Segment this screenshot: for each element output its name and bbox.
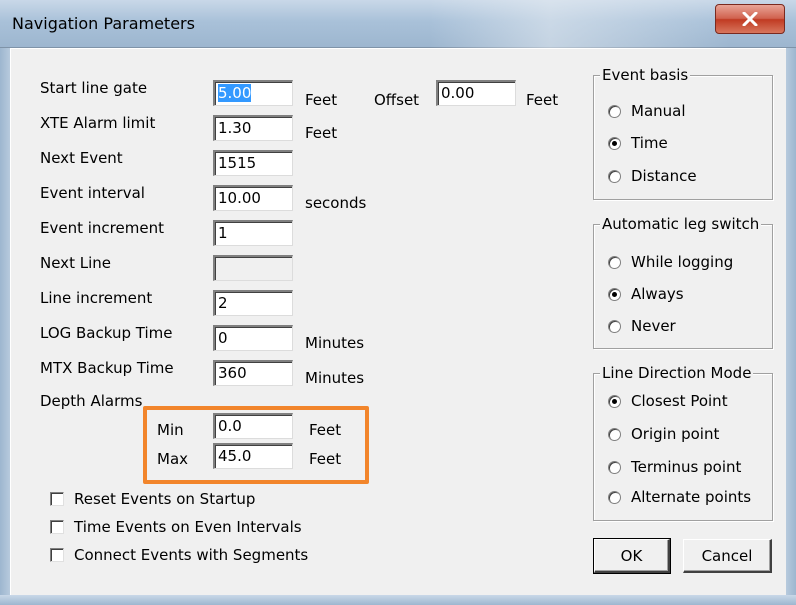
event-interval-input[interactable]: 10.00 bbox=[213, 185, 293, 211]
depth-alarms-highlight bbox=[143, 406, 369, 484]
next-event-label: Next Event bbox=[40, 149, 123, 167]
window-frame-left bbox=[0, 48, 10, 595]
radio-circle-icon bbox=[608, 460, 621, 474]
offset-label: Offset bbox=[374, 91, 420, 109]
log-backup-time-input[interactable]: 0 bbox=[213, 325, 293, 351]
line-direction-origin-point-radio[interactable]: Origin point bbox=[608, 425, 719, 443]
start-line-gate-value: 5.00 bbox=[218, 84, 252, 102]
line-direction-alternate-points-radio[interactable]: Alternate points bbox=[608, 488, 751, 506]
offset-unit: Feet bbox=[526, 91, 559, 109]
leg-switch-while-logging-label: While logging bbox=[631, 253, 734, 271]
automatic-leg-switch-group: Automatic leg switch While logging Alway… bbox=[593, 215, 773, 349]
event-basis-title: Event basis bbox=[600, 66, 691, 84]
line-direction-alternate-points-label: Alternate points bbox=[631, 488, 752, 506]
close-button[interactable] bbox=[715, 4, 785, 34]
leg-switch-never-label: Never bbox=[631, 317, 676, 335]
next-line-label: Next Line bbox=[40, 254, 111, 272]
mtx-backup-time-input[interactable]: 360 bbox=[213, 360, 293, 386]
event-increment-label: Event increment bbox=[40, 219, 164, 237]
line-direction-mode-title: Line Direction Mode bbox=[600, 364, 754, 382]
time-events-checkbox-box[interactable] bbox=[50, 520, 64, 534]
line-direction-closest-point-label: Closest Point bbox=[631, 392, 728, 410]
line-increment-input[interactable]: 2 bbox=[213, 290, 293, 316]
xte-alarm-limit-label: XTE Alarm limit bbox=[40, 114, 156, 132]
ok-button[interactable]: OK bbox=[593, 538, 671, 574]
line-increment-label: Line increment bbox=[40, 289, 153, 307]
radio-selected-icon bbox=[608, 394, 621, 408]
event-basis-time-label: Time bbox=[631, 134, 668, 152]
title-bar[interactable]: Navigation Parameters bbox=[0, 0, 796, 48]
reset-events-checkbox[interactable]: Reset Events on Startup bbox=[50, 490, 255, 508]
event-basis-group: Event basis Manual Time Distance bbox=[593, 66, 773, 200]
close-icon bbox=[742, 12, 758, 26]
radio-circle-icon bbox=[608, 255, 621, 269]
line-direction-terminus-point-radio[interactable]: Terminus point bbox=[608, 458, 741, 476]
event-basis-distance-label: Distance bbox=[631, 167, 697, 185]
connect-events-checkbox-label: Connect Events with Segments bbox=[74, 546, 309, 564]
line-direction-terminus-point-label: Terminus point bbox=[631, 458, 742, 476]
event-basis-time-radio[interactable]: Time bbox=[608, 134, 668, 152]
event-interval-label: Event interval bbox=[40, 184, 145, 202]
line-direction-mode-group: Line Direction Mode Closest Point Origin… bbox=[593, 364, 773, 521]
leg-switch-always-radio[interactable]: Always bbox=[608, 285, 684, 303]
reset-events-checkbox-box[interactable] bbox=[50, 492, 64, 506]
log-backup-time-label: LOG Backup Time bbox=[40, 324, 173, 342]
event-increment-input[interactable]: 1 bbox=[213, 220, 293, 246]
xte-alarm-limit-input[interactable]: 1.30 bbox=[213, 115, 293, 141]
window-frame-right bbox=[786, 48, 796, 595]
radio-selected-icon bbox=[608, 136, 621, 150]
time-events-checkbox-label: Time Events on Even Intervals bbox=[74, 518, 302, 536]
cancel-button[interactable]: Cancel bbox=[683, 539, 772, 573]
start-line-gate-label: Start line gate bbox=[40, 79, 148, 97]
radio-circle-icon bbox=[608, 104, 621, 118]
radio-circle-icon bbox=[608, 319, 621, 333]
leg-switch-never-radio[interactable]: Never bbox=[608, 317, 676, 335]
offset-input[interactable]: 0.00 bbox=[436, 80, 516, 106]
radio-circle-icon bbox=[608, 169, 621, 183]
connect-events-checkbox[interactable]: Connect Events with Segments bbox=[50, 546, 308, 564]
radio-selected-icon bbox=[608, 287, 621, 301]
dialog-window: Navigation Parameters Start line gate XT… bbox=[0, 0, 796, 605]
leg-switch-while-logging-radio[interactable]: While logging bbox=[608, 253, 733, 271]
xte-alarm-limit-unit: Feet bbox=[305, 124, 338, 142]
mtx-backup-time-unit: Minutes bbox=[305, 369, 365, 387]
automatic-leg-switch-title: Automatic leg switch bbox=[600, 215, 762, 233]
window-title: Navigation Parameters bbox=[12, 14, 195, 33]
event-basis-distance-radio[interactable]: Distance bbox=[608, 167, 697, 185]
next-event-input[interactable]: 1515 bbox=[213, 150, 293, 176]
start-line-gate-input[interactable]: 5.00 bbox=[213, 80, 293, 106]
radio-circle-icon bbox=[608, 427, 621, 441]
event-interval-unit: seconds bbox=[305, 194, 367, 212]
time-events-checkbox[interactable]: Time Events on Even Intervals bbox=[50, 518, 302, 536]
log-backup-time-unit: Minutes bbox=[305, 334, 365, 352]
line-direction-origin-point-label: Origin point bbox=[631, 425, 720, 443]
line-direction-closest-point-radio[interactable]: Closest Point bbox=[608, 392, 728, 410]
event-basis-manual-label: Manual bbox=[631, 102, 686, 120]
mtx-backup-time-label: MTX Backup Time bbox=[40, 359, 174, 377]
connect-events-checkbox-box[interactable] bbox=[50, 548, 64, 562]
event-basis-manual-radio[interactable]: Manual bbox=[608, 102, 686, 120]
start-line-gate-unit: Feet bbox=[305, 91, 338, 109]
reset-events-checkbox-label: Reset Events on Startup bbox=[74, 490, 256, 508]
window-frame-bottom bbox=[0, 595, 796, 605]
next-line-input bbox=[213, 255, 293, 281]
depth-alarms-label: Depth Alarms bbox=[40, 392, 143, 410]
radio-circle-icon bbox=[608, 490, 621, 504]
leg-switch-always-label: Always bbox=[631, 285, 684, 303]
